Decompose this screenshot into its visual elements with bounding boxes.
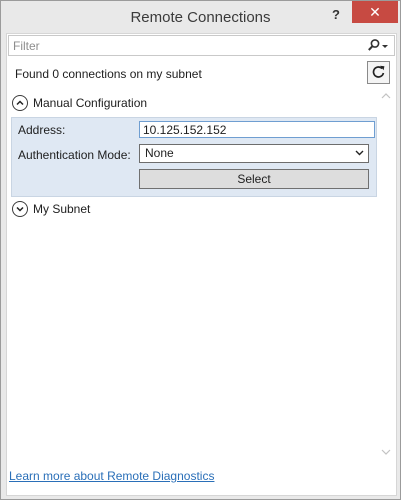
chevron-down-circle-icon[interactable] [12,201,28,217]
auth-mode-dropdown[interactable]: None [139,144,369,163]
chevron-up-circle-icon[interactable] [12,95,28,111]
scroll-up-icon[interactable] [380,92,392,100]
help-button[interactable]: ? [323,5,349,25]
auth-mode-value: None [145,146,174,160]
refresh-button[interactable] [367,61,390,84]
chevron-down-icon [355,150,364,156]
connection-count-text: Found 0 connections on my subnet [15,67,202,81]
scroll-down-icon[interactable] [380,448,392,456]
my-subnet-header[interactable]: My Subnet [12,200,90,218]
learn-more-link[interactable]: Learn more about Remote Diagnostics [9,469,214,483]
filter-input[interactable] [13,36,353,55]
search-icon[interactable] [367,38,389,53]
manual-config-panel: Address: Authentication Mode: None Selec… [11,117,377,197]
remote-connections-window: Remote Connections ? ✕ Found 0 connectio… [0,0,401,500]
auth-mode-label: Authentication Mode: [18,148,131,162]
address-field[interactable] [139,121,375,138]
refresh-icon [372,65,385,78]
close-button[interactable]: ✕ [352,1,398,23]
my-subnet-label: My Subnet [33,202,91,216]
address-label: Address: [18,123,66,137]
filter-box [8,35,395,56]
select-button[interactable]: Select [139,169,369,189]
title-bar[interactable]: Remote Connections ? ✕ [1,1,400,33]
manual-config-label: Manual Configuration [33,96,148,110]
content-pane: Found 0 connections on my subnet Manual … [6,33,397,496]
manual-config-header[interactable]: Manual Configuration [12,94,147,112]
